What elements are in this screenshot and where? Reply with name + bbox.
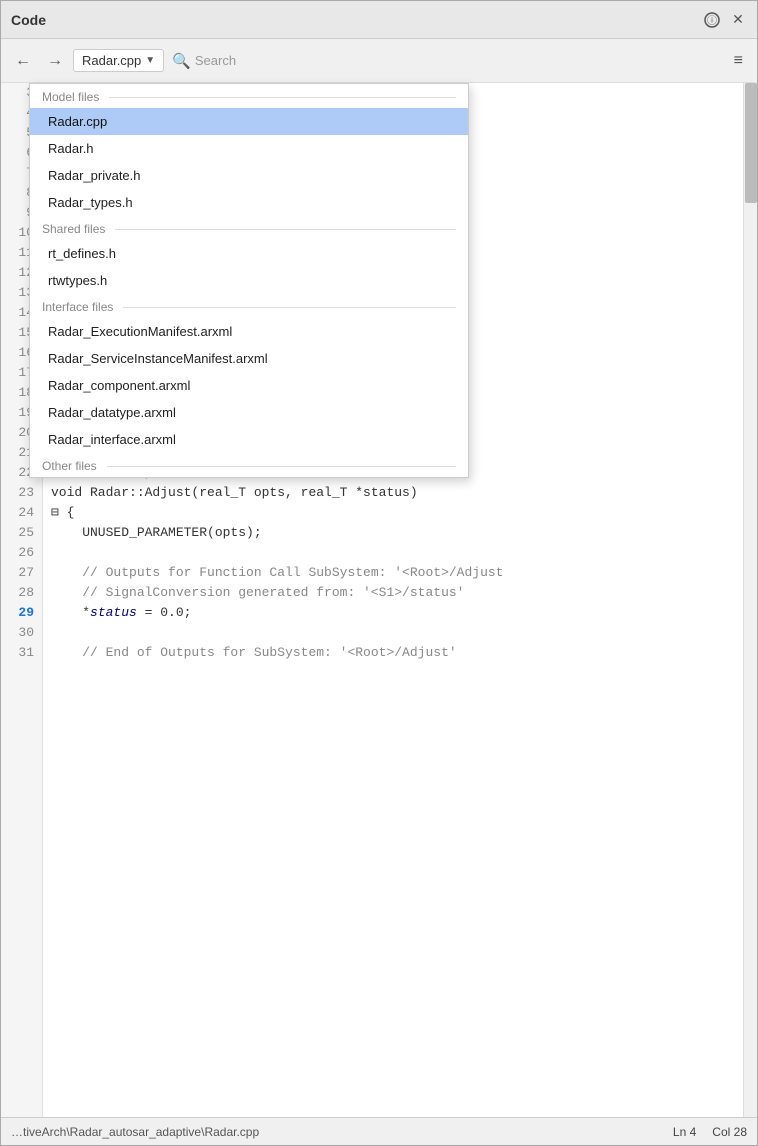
- line-num-31: 31: [1, 643, 42, 663]
- file-selector[interactable]: Radar.cpp ▼: [73, 49, 164, 72]
- code-line-29: *status = 0.0;: [51, 603, 735, 623]
- dropdown-item-rt-defines-h[interactable]: rt_defines.h: [30, 240, 468, 267]
- dropdown-item-component-arxml[interactable]: Radar_component.arxml: [30, 372, 468, 399]
- search-icon[interactable]: 🔍: [172, 52, 191, 70]
- close-icon[interactable]: ✕: [729, 11, 747, 29]
- line-num-25: 25: [1, 523, 42, 543]
- svg-text:ⓘ: ⓘ: [707, 15, 717, 27]
- code-line-31: // End of Outputs for SubSystem: '<Root>…: [51, 643, 735, 663]
- dropdown-arrow-icon: ▼: [145, 55, 155, 66]
- dropdown-item-radar-h[interactable]: Radar.h: [30, 135, 468, 162]
- line-num-26: 26: [1, 543, 42, 563]
- ln-label: Ln 4: [673, 1125, 696, 1139]
- dropdown-item-radar-private-h[interactable]: Radar_private.h: [30, 162, 468, 189]
- dropdown-item-rtwtypes-h[interactable]: rtwtypes.h: [30, 267, 468, 294]
- line-num-29: 29: [1, 603, 42, 623]
- status-position: Ln 4 Col 28: [673, 1125, 747, 1139]
- line-num-27: 27: [1, 563, 42, 583]
- back-button[interactable]: ←: [9, 48, 37, 74]
- menu-icon[interactable]: ≡: [728, 48, 749, 74]
- title-bar: Code ⓘ ✕: [1, 1, 757, 39]
- status-path: …tiveArch\Radar_autosar_adaptive\Radar.c…: [11, 1125, 259, 1139]
- section-model-files: Model files: [30, 84, 468, 108]
- code-line-23: void Radar::Adjust(real_T opts, real_T *…: [51, 483, 735, 503]
- scrollbar-thumb[interactable]: [745, 83, 757, 203]
- col-label: Col 28: [712, 1125, 747, 1139]
- dropdown-item-radar-types-h[interactable]: Radar_types.h: [30, 189, 468, 216]
- main-window: Code ⓘ ✕ ← → Radar.cpp ▼ 🔍 Search ≡ Mode…: [0, 0, 758, 1146]
- code-line-28: // SignalConversion generated from: '<S1…: [51, 583, 735, 603]
- code-line-30: [51, 623, 735, 643]
- file-dropdown: Model files Radar.cpp Radar.h Radar_priv…: [29, 83, 469, 478]
- line-num-24: 24: [1, 503, 42, 523]
- dropdown-item-datatype-arxml[interactable]: Radar_datatype.arxml: [30, 399, 468, 426]
- section-other-files: Other files: [30, 453, 468, 477]
- file-selector-name: Radar.cpp: [82, 53, 141, 68]
- title-bar-controls: ⓘ ✕: [703, 11, 747, 29]
- code-line-25: UNUSED_PARAMETER(opts);: [51, 523, 735, 543]
- window-title: Code: [11, 12, 46, 28]
- dropdown-scroll[interactable]: Model files Radar.cpp Radar.h Radar_priv…: [30, 84, 468, 477]
- line-num-30: 30: [1, 623, 42, 643]
- search-label: Search: [195, 53, 236, 68]
- section-interface-files: Interface files: [30, 294, 468, 318]
- dropdown-item-service-manifest[interactable]: Radar_ServiceInstanceManifest.arxml: [30, 345, 468, 372]
- status-bar: …tiveArch\Radar_autosar_adaptive\Radar.c…: [1, 1117, 757, 1145]
- dropdown-item-radar-cpp[interactable]: Radar.cpp: [30, 108, 468, 135]
- dropdown-item-interface-arxml[interactable]: Radar_interface.arxml: [30, 426, 468, 453]
- search-area: 🔍 Search: [172, 52, 236, 70]
- code-line-27: // Outputs for Function Call SubSystem: …: [51, 563, 735, 583]
- toolbar: ← → Radar.cpp ▼ 🔍 Search ≡ Model files R…: [1, 39, 757, 83]
- right-scrollbar[interactable]: [743, 83, 757, 1117]
- line-num-23: 23: [1, 483, 42, 503]
- forward-button[interactable]: →: [41, 48, 69, 74]
- code-line-24: ⊟ {: [51, 503, 735, 523]
- dropdown-item-exec-manifest[interactable]: Radar_ExecutionManifest.arxml: [30, 318, 468, 345]
- info-icon[interactable]: ⓘ: [703, 11, 721, 29]
- line-num-28: 28: [1, 583, 42, 603]
- section-shared-files: Shared files: [30, 216, 468, 240]
- code-line-26: [51, 543, 735, 563]
